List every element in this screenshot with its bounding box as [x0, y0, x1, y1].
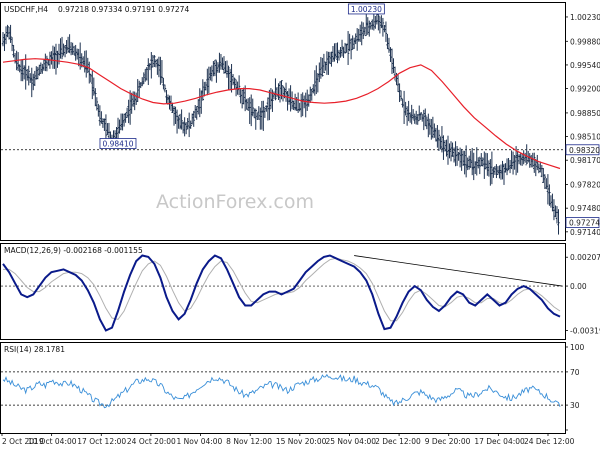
x-tick-label: 10 Oct 04:00	[28, 437, 77, 446]
price-marker: 0.98320	[565, 144, 600, 156]
macd-tick-label: 0.002079	[570, 253, 600, 262]
price-tick-label: 0.98510	[570, 133, 600, 142]
price-marker-label: 0.98320	[569, 146, 600, 155]
macd-trendline	[354, 255, 563, 287]
price-annotation: 1.00230	[347, 3, 385, 15]
x-tick-label: 9 Dec 20:00	[425, 437, 471, 446]
x-tick-label: 24 Dec 12:00	[524, 437, 575, 446]
macd-tick-label: -0.003197	[570, 326, 600, 335]
price-tick-label: 0.97140	[570, 228, 600, 237]
x-tick-label: 25 Nov 04:00	[325, 437, 376, 446]
price-tick-label: 0.99540	[570, 61, 600, 70]
price-tick-label: 0.99200	[570, 85, 600, 94]
price-marker-label: 0.97274	[569, 219, 600, 228]
x-tick-label: 17 Oct 12:00	[77, 437, 126, 446]
forex-chart: ActionForex.com 1.00230 0.98410 1.00230 0.…	[0, 2, 600, 446]
rsi-line	[2, 373, 561, 409]
rsi-tick-label: 30	[570, 401, 580, 410]
price-ohlc: 0.97218 0.97334 0.97191 0.97274	[58, 5, 189, 14]
price-marker: 0.97274	[565, 217, 600, 228]
price-tick-label: 0.98170	[570, 156, 600, 165]
annotation-label: 1.00230	[351, 5, 382, 14]
annotation-label: 0.98410	[102, 140, 133, 149]
rsi-panel-frame	[0, 342, 566, 434]
price-tick-label: 1.00230	[570, 13, 600, 22]
rsi-header: RSI(14) 28.1781	[4, 345, 65, 354]
x-tick-label: 15 Nov 20:00	[276, 437, 327, 446]
watermark: ActionForex.com	[156, 191, 314, 213]
price-tick-label: 0.99880	[570, 37, 600, 46]
rsi-tick-label: 70	[570, 368, 580, 377]
x-tick-label: 8 Nov 12:00	[226, 437, 272, 446]
macd-header: MACD(12,26,9) -0.002168 -0.001155	[4, 246, 143, 255]
price-annotation: 0.98410	[99, 138, 137, 149]
price-tick-label: 0.97480	[570, 204, 600, 213]
x-tick-label: 24 Oct 20:00	[127, 437, 176, 446]
price-tick-label: 0.97820	[570, 181, 600, 190]
price-tick-label: 0.98850	[570, 109, 600, 118]
rsi-tick-label: 100	[570, 343, 585, 352]
price-symbol: USDCHF,H4	[4, 5, 48, 14]
macd-panel-frame	[0, 243, 566, 340]
x-tick-label: 17 Dec 04:00	[474, 437, 525, 446]
x-tick-label: 2 Dec 12:00	[375, 437, 421, 446]
macd-tick-label: 0.00	[570, 282, 587, 291]
x-tick-label: 1 Nov 04:00	[177, 437, 223, 446]
